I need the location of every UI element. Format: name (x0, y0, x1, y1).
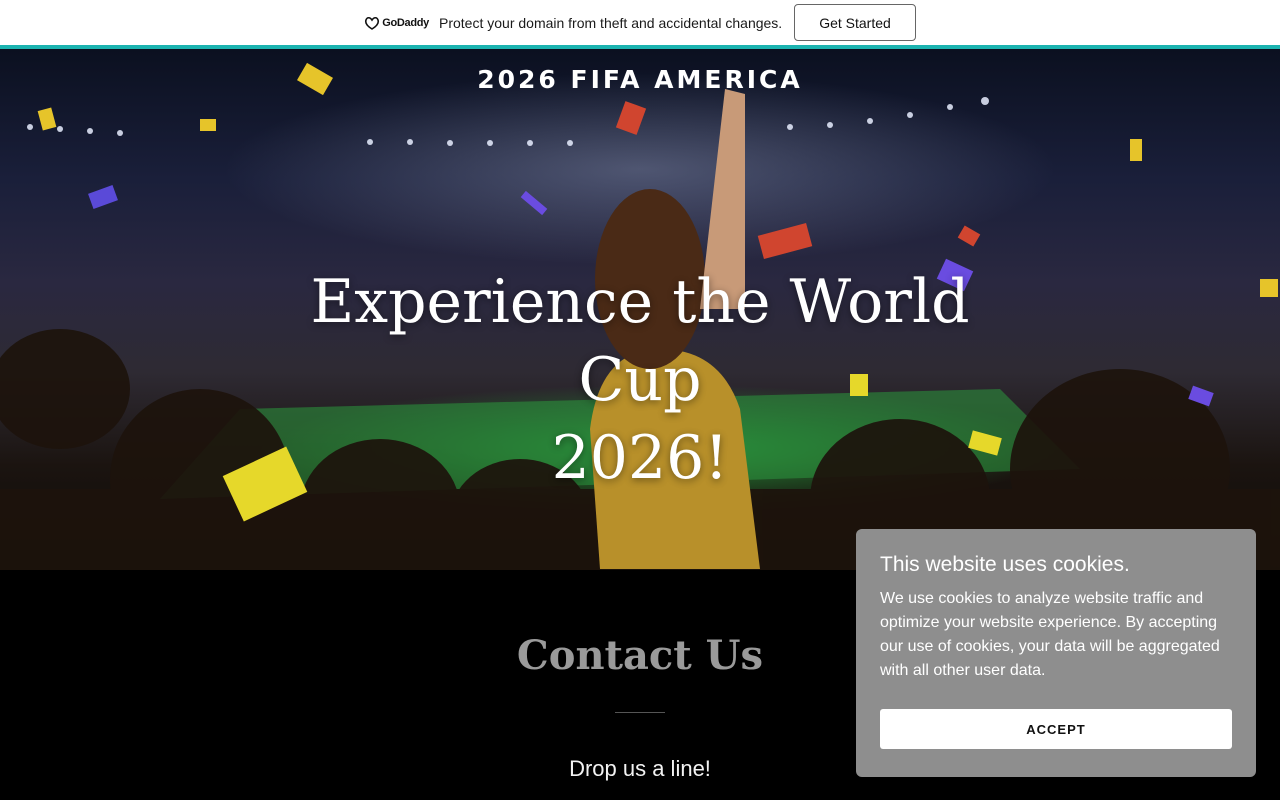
cookie-message: We use cookies to analyze website traffi… (880, 590, 1220, 679)
godaddy-logo-icon (365, 16, 380, 30)
promo-message: Protect your domain from theft and accid… (439, 14, 783, 31)
hero-heading-line-1: Experience the World Cup (310, 267, 970, 415)
section-divider (615, 712, 665, 713)
accept-cookies-button[interactable]: ACCEPT (880, 709, 1232, 749)
site-title[interactable]: 2026 FIFA AMERICA (0, 65, 1280, 94)
cookie-title: This website uses cookies. (880, 553, 1130, 576)
hero-heading-line-2: 2026! (551, 423, 729, 493)
godaddy-logo[interactable]: GoDaddy (364, 16, 429, 30)
logo-text: GoDaddy (382, 16, 429, 29)
get-started-button[interactable]: Get Started (794, 4, 916, 41)
promo-banner: GoDaddy Protect your domain from theft a… (0, 0, 1280, 45)
hero-heading: Experience the World Cup 2026! (240, 263, 1040, 497)
hero-section: 2026 FIFA AMERICA Experience the World C… (0, 49, 1280, 570)
cookie-banner: This website uses cookies. We use cookie… (856, 529, 1256, 777)
